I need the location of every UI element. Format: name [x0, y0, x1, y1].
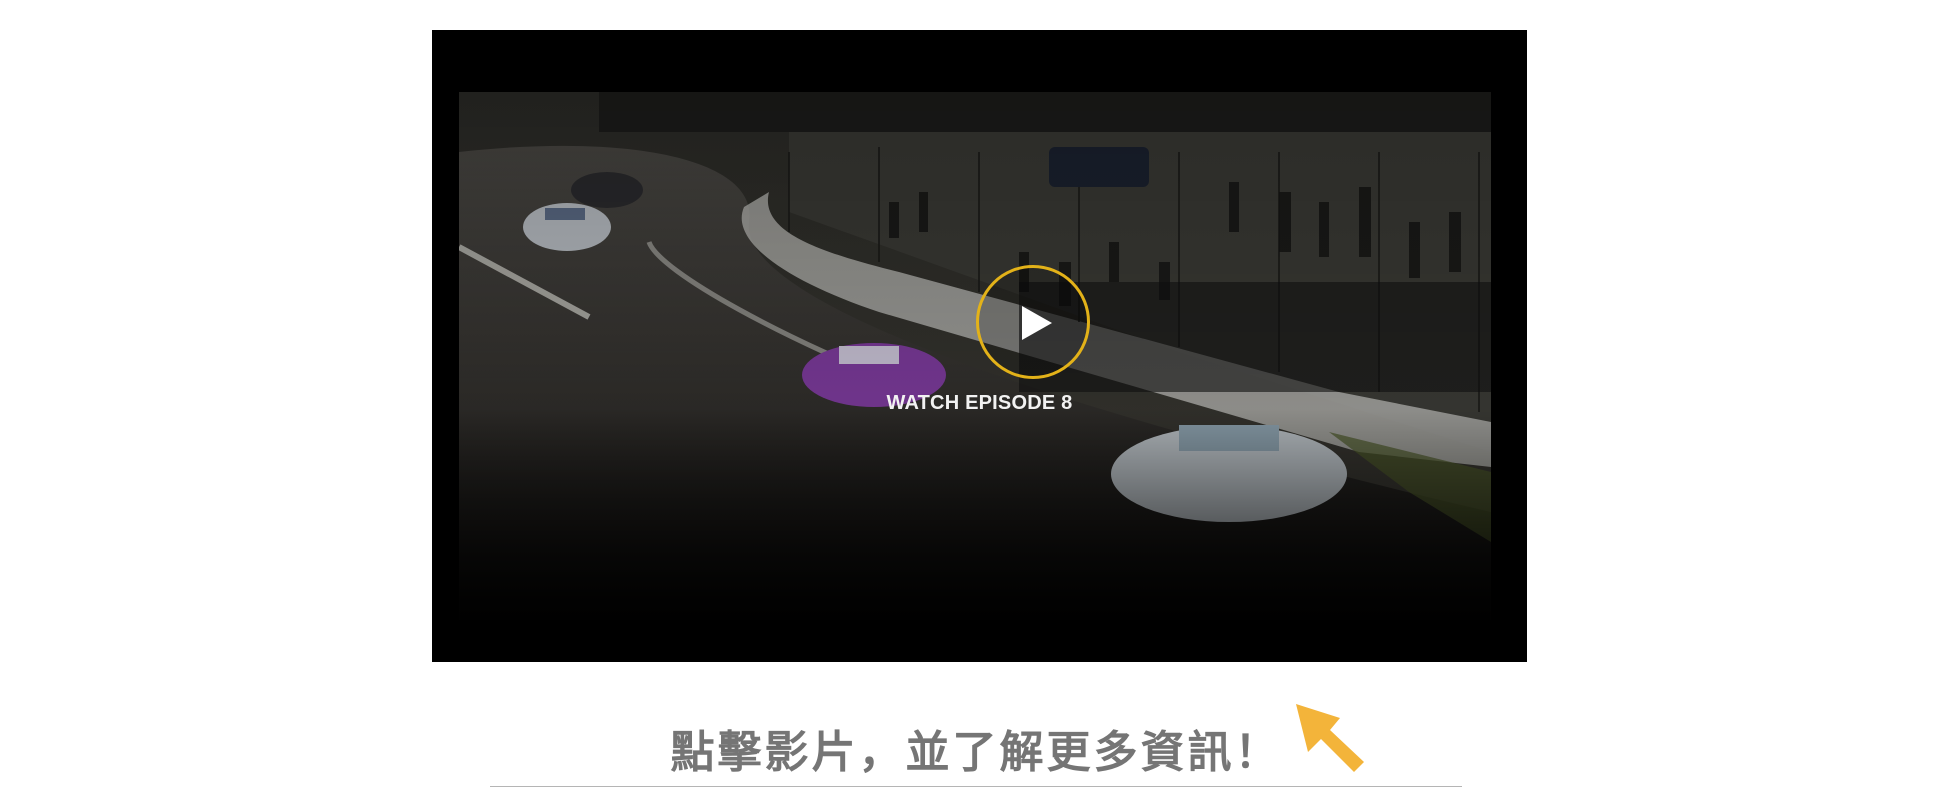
- cursor-arrow-icon: [1296, 704, 1364, 772]
- watch-episode-label[interactable]: WATCH EPISODE 8: [432, 392, 1527, 415]
- video-thumbnail[interactable]: [459, 92, 1491, 620]
- caption-row: 點擊影片，並了解更多資訊！: [490, 700, 1462, 787]
- play-icon: [1022, 306, 1052, 340]
- page: WATCH EPISODE 8 點擊影片，並了解更多資訊！: [0, 0, 1952, 803]
- play-button[interactable]: [976, 265, 1090, 379]
- video-player[interactable]: WATCH EPISODE 8: [432, 30, 1527, 662]
- race-track-scene: [459, 92, 1491, 620]
